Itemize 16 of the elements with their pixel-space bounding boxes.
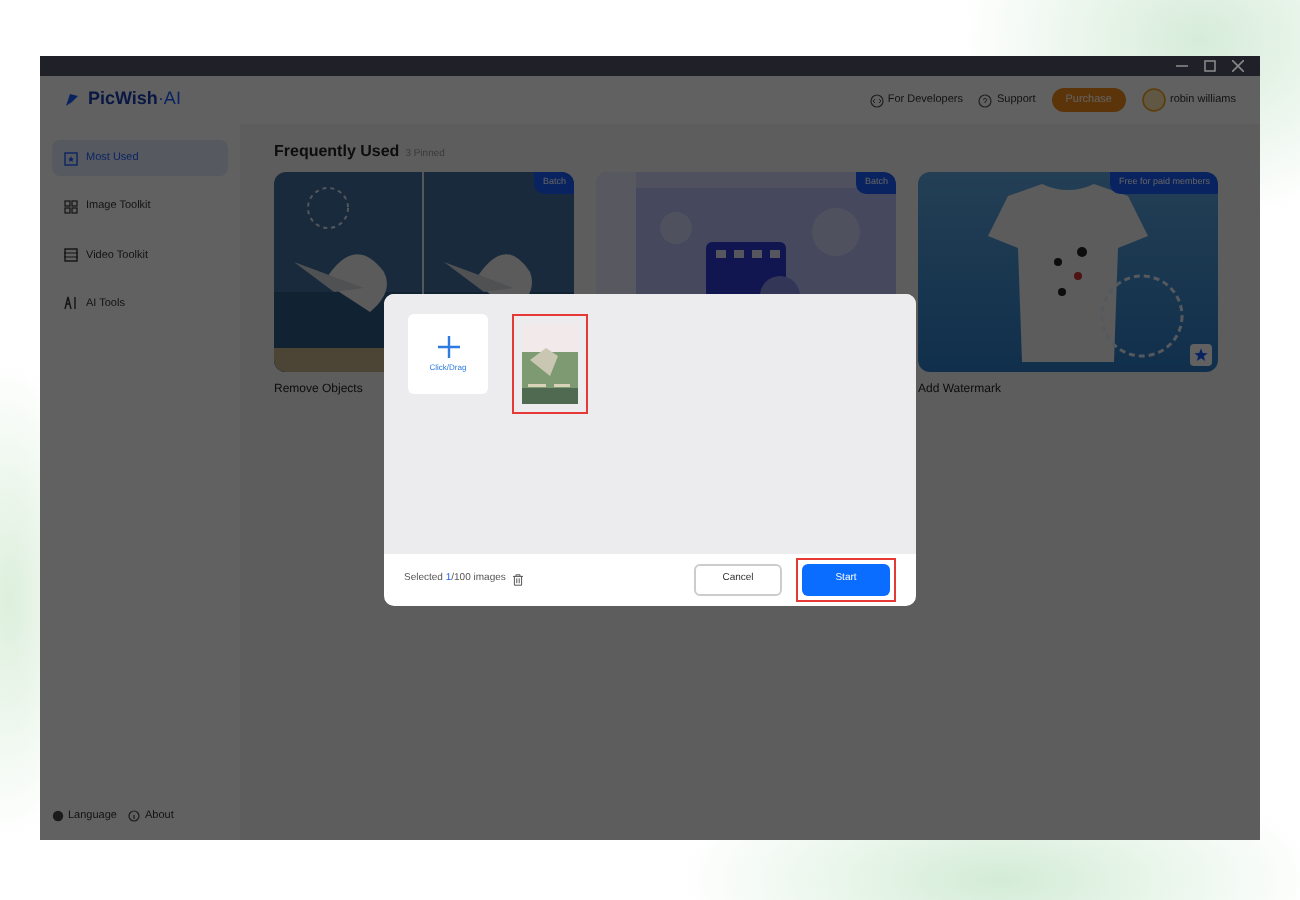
grid-icon	[64, 199, 78, 214]
info-icon	[128, 809, 141, 822]
minimize-icon[interactable]	[1176, 60, 1188, 72]
section-title: Frequently Used	[274, 142, 400, 160]
code-icon	[869, 93, 884, 107]
help-icon	[978, 93, 993, 107]
star-icon	[1194, 348, 1208, 362]
trash-icon[interactable]	[511, 574, 524, 586]
pin-button[interactable]	[1190, 344, 1212, 366]
close-icon[interactable]	[1232, 60, 1244, 72]
ai-icon	[64, 296, 78, 311]
maximize-icon[interactable]	[1204, 60, 1216, 72]
logo-icon	[64, 92, 78, 108]
film-icon	[64, 248, 78, 263]
app-logo: PicWish·AI	[88, 86, 181, 113]
star-icon	[64, 151, 78, 166]
